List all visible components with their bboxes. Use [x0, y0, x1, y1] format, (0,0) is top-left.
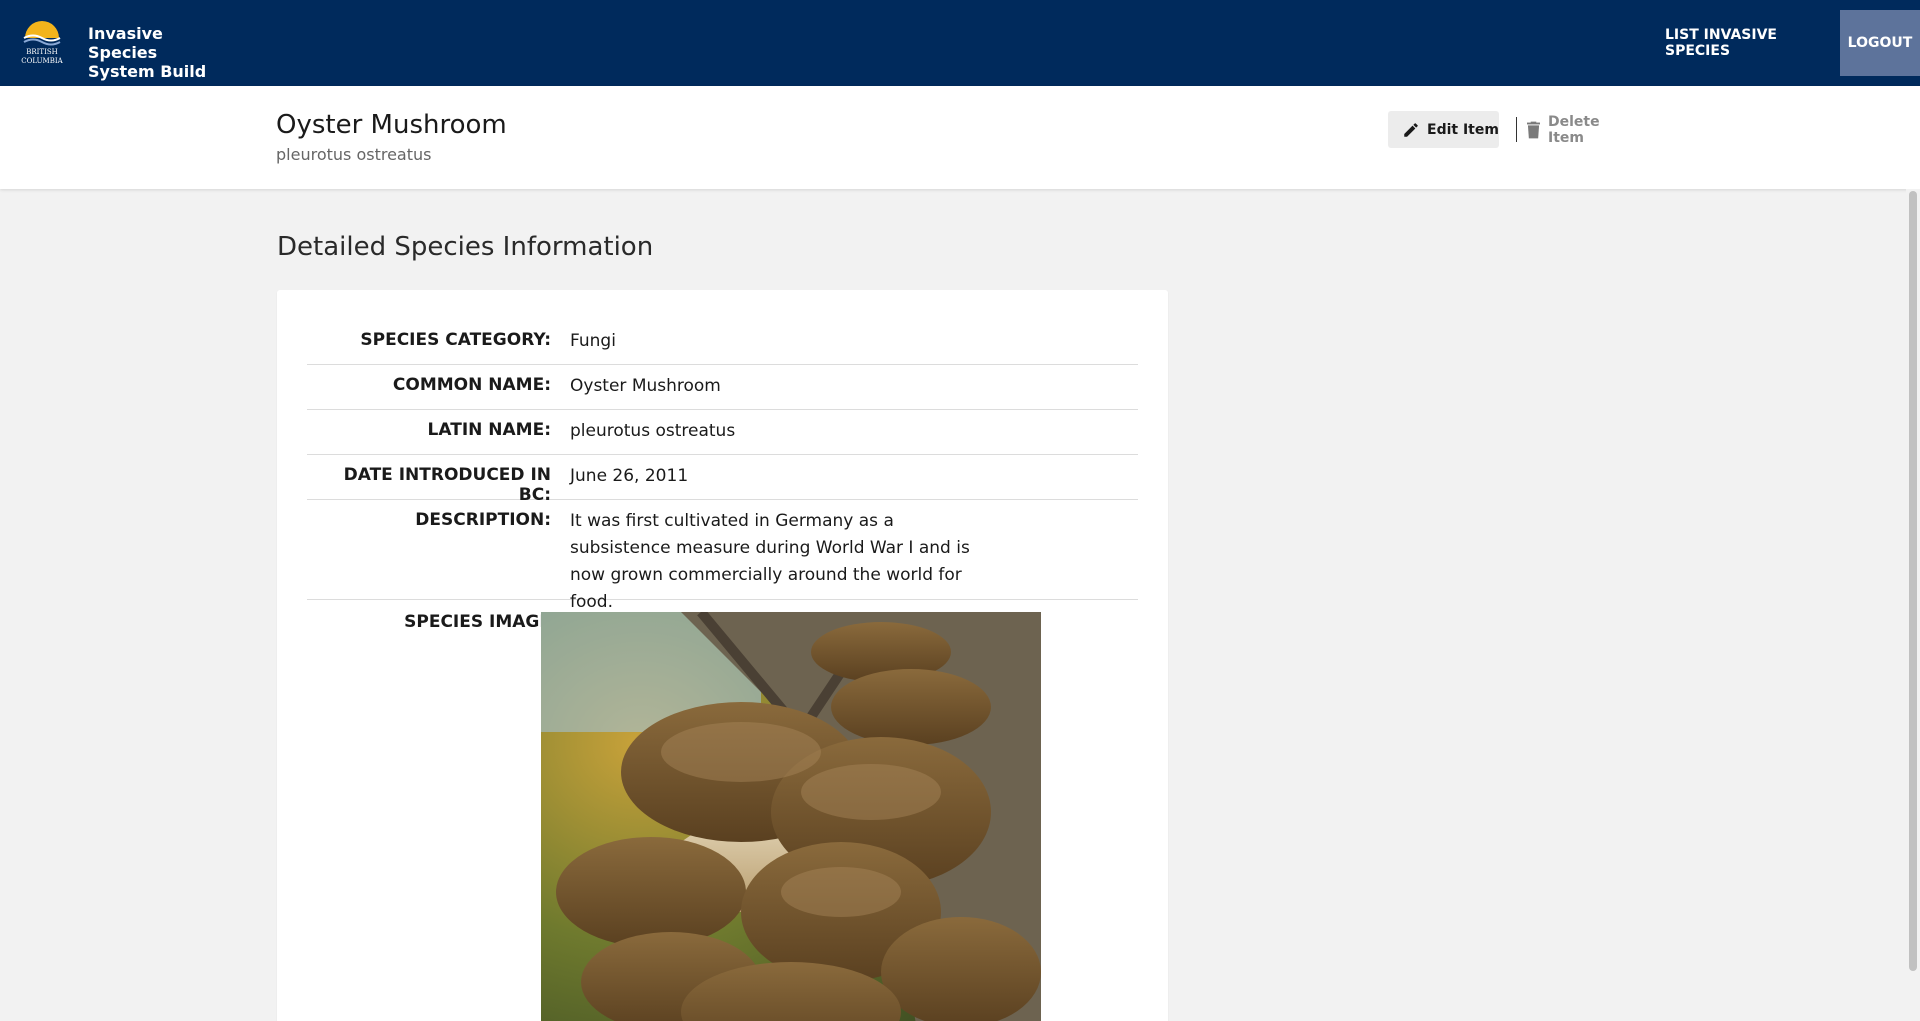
field-label: SPECIES CATEGORY: [360, 330, 551, 350]
field-label: SPECIES IMAGE [404, 612, 551, 632]
delete-item-button[interactable]: Delete Item [1524, 111, 1634, 148]
detail-row-latin-name: LATIN NAME: pleurotus ostreatus [307, 410, 1138, 455]
detail-row-description: DESCRIPTION: It was first cultivated in … [307, 500, 1138, 612]
field-value: pleurotus ostreatus [570, 421, 736, 441]
logout-button[interactable]: LOGOUT [1840, 10, 1920, 76]
scrollbar-thumb[interactable] [1909, 191, 1917, 971]
species-image [541, 612, 1041, 1021]
button-divider [1516, 117, 1517, 142]
field-value: Oyster Mushroom [570, 376, 721, 396]
edit-item-label: Edit Item [1427, 121, 1499, 138]
field-label: COMMON NAME: [392, 375, 551, 395]
page-title: Oyster Mushroom [276, 110, 507, 140]
detail-row-date-introduced: DATE INTRODUCED IN BC: June 26, 2011 [307, 455, 1138, 505]
top-navigation-bar: BRITISH COLUMBIA Invasive Species System… [0, 0, 1920, 86]
species-detail-card: SPECIES CATEGORY: Fungi COMMON NAME: Oys… [277, 290, 1168, 1021]
bc-logo[interactable]: BRITISH COLUMBIA [14, 16, 70, 66]
detail-row-common-name: COMMON NAME: Oyster Mushroom [307, 365, 1138, 410]
trash-icon [1527, 121, 1541, 138]
field-value: June 26, 2011 [570, 466, 689, 486]
detail-row-species-category: SPECIES CATEGORY: Fungi [307, 290, 1138, 365]
logo-text-top: BRITISH [26, 48, 58, 56]
field-value: Fungi [570, 331, 616, 351]
section-title: Detailed Species Information [277, 232, 654, 262]
logo-text-bottom: COLUMBIA [21, 57, 63, 65]
brand-line-1: Invasive Species [88, 24, 163, 62]
pencil-icon [1404, 122, 1418, 137]
page-scrollbar[interactable] [1906, 189, 1920, 1021]
brand-line-2: System Build [88, 62, 207, 81]
nav-list-invasive-species[interactable]: LIST INVASIVE SPECIES [1665, 10, 1835, 76]
delete-item-label: Delete Item [1548, 113, 1600, 146]
page-subtitle: pleurotus ostreatus [276, 145, 432, 164]
field-label: LATIN NAME: [427, 420, 551, 440]
field-label: DATE INTRODUCED IN BC: [343, 465, 551, 505]
app-brand: Invasive Species System Build [88, 24, 228, 81]
edit-item-button[interactable]: Edit Item [1388, 111, 1499, 148]
page-header: Oyster Mushroom pleurotus ostreatus Edit… [0, 86, 1920, 189]
field-label: DESCRIPTION: [415, 510, 551, 530]
